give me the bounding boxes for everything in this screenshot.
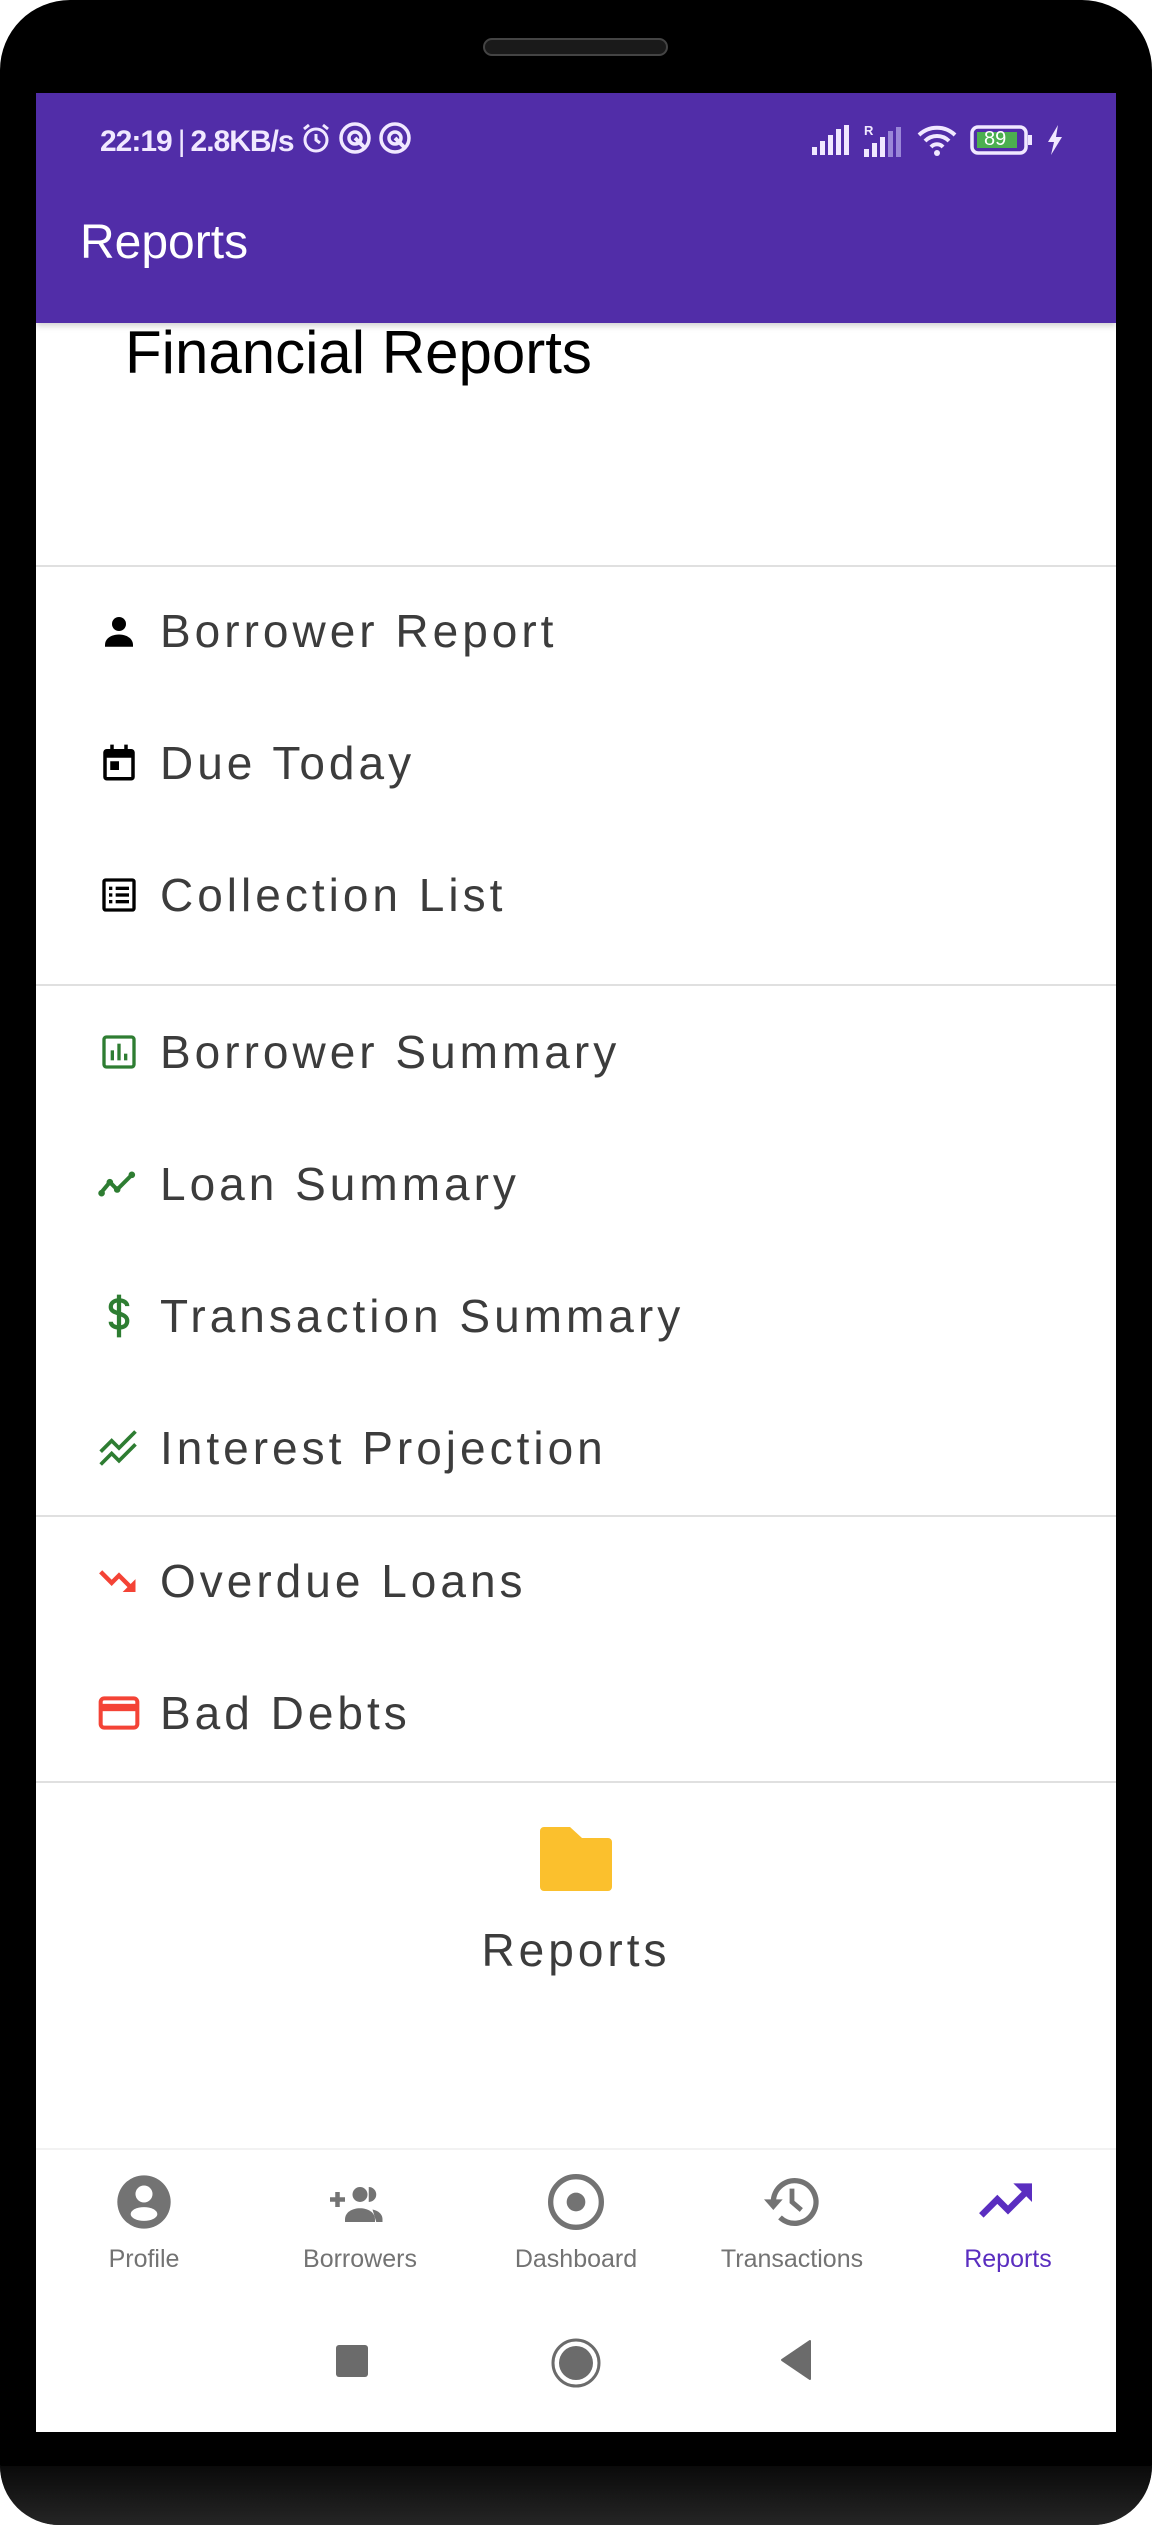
app-bar: 22:19 | 2.8KB/s R 89 Reports (36, 93, 1116, 323)
trending-up-icon (976, 2170, 1040, 2239)
calendar-icon (96, 740, 142, 786)
vpn-icon (378, 121, 412, 163)
recents-button[interactable] (334, 2343, 370, 2384)
nav-label: Dashboard (514, 2245, 638, 2273)
nav-item-reports[interactable]: Reports (900, 2150, 1116, 2305)
charging-icon (1046, 125, 1064, 163)
dollar-icon (96, 1293, 142, 1339)
report-item-due-today[interactable]: Due Today (96, 723, 415, 803)
wifi-icon (916, 123, 958, 165)
report-item-label: Bad Debts (160, 1687, 411, 1739)
divider (36, 1515, 1116, 1517)
folder-label: Reports (481, 1924, 671, 1976)
report-item-borrower-summary[interactable]: Borrower Summary (96, 1012, 620, 1092)
report-item-borrower-report[interactable]: Borrower Report (96, 591, 557, 671)
phone-chin (0, 2466, 1152, 2525)
nav-label: Borrowers (303, 2245, 417, 2273)
report-item-label: Borrower Summary (160, 1026, 621, 1078)
person-icon (96, 608, 142, 654)
report-item-collection-list[interactable]: Collection List (96, 855, 506, 935)
nav-item-dashboard[interactable]: Dashboard (468, 2150, 684, 2305)
folder-icon (36, 1825, 1116, 1905)
report-item-label: Transaction Summary (160, 1290, 685, 1342)
app-bar-title: Reports (80, 216, 249, 269)
report-item-label: Borrower Report (160, 605, 558, 657)
report-item-loan-summary[interactable]: Loan Summary (96, 1144, 520, 1224)
vpn-icon (338, 121, 372, 163)
list-icon (96, 872, 142, 918)
nav-item-profile[interactable]: Profile (36, 2150, 252, 2305)
nav-label: Profile (108, 2245, 180, 2273)
status-bar: 22:19 | 2.8KB/s R 89 (36, 93, 1116, 183)
divider (36, 565, 1116, 567)
report-item-label: Collection List (160, 869, 507, 921)
system-navigation-bar (36, 2305, 1116, 2432)
battery-icon: 89 (970, 125, 1034, 163)
report-item-label: Loan Summary (160, 1158, 520, 1210)
credit-card-icon (96, 1690, 142, 1736)
earpiece-speaker (483, 38, 668, 56)
divider (36, 1781, 1116, 1783)
phone-frame: 22:19 | 2.8KB/s R 89 Reports Financial R… (0, 0, 1152, 2525)
report-item-overdue-loans[interactable]: Overdue Loans (96, 1541, 527, 1621)
nav-label: Reports (964, 2245, 1052, 2273)
bottom-navigation: Profile Borrowers Dashboard Transactions (36, 2148, 1116, 2307)
history-icon (760, 2170, 824, 2239)
status-time: 22:19 (100, 125, 173, 158)
account-circle-icon (112, 2170, 176, 2239)
screen: 22:19 | 2.8KB/s R 89 Reports Financial R… (36, 93, 1116, 2432)
group-add-icon (325, 2170, 395, 2239)
report-item-label: Interest Projection (160, 1422, 607, 1474)
back-button[interactable] (778, 2339, 814, 2386)
report-item-bad-debts[interactable]: Bad Debts (96, 1673, 411, 1753)
svg-text:R: R (864, 123, 874, 138)
home-button[interactable] (550, 2337, 602, 2394)
nav-label: Transactions (720, 2245, 864, 2273)
page-title: Financial Reports (125, 319, 592, 386)
trend-line-icon (96, 1161, 142, 1207)
signal-roaming-icon: R (864, 123, 904, 165)
nav-item-transactions[interactable]: Transactions (684, 2150, 900, 2305)
report-item-label: Due Today (160, 737, 416, 789)
reports-footer: Reports (36, 1825, 1116, 1977)
nav-item-borrowers[interactable]: Borrowers (252, 2150, 468, 2305)
report-item-transaction-summary[interactable]: Transaction Summary (96, 1276, 684, 1356)
signal-icon (812, 125, 852, 163)
radio-button-icon (544, 2170, 608, 2239)
report-item-interest-projection[interactable]: Interest Projection (96, 1408, 607, 1488)
divider (36, 984, 1116, 986)
status-separator: | (177, 125, 186, 158)
status-net-speed: 2.8KB/s (190, 125, 295, 158)
trending-down-icon (96, 1558, 142, 1604)
stacked-trend-icon (96, 1425, 142, 1471)
battery-level: 89 (984, 128, 1007, 150)
report-item-label: Overdue Loans (160, 1555, 527, 1607)
bar-chart-icon (96, 1029, 142, 1075)
alarm-icon (300, 121, 332, 163)
